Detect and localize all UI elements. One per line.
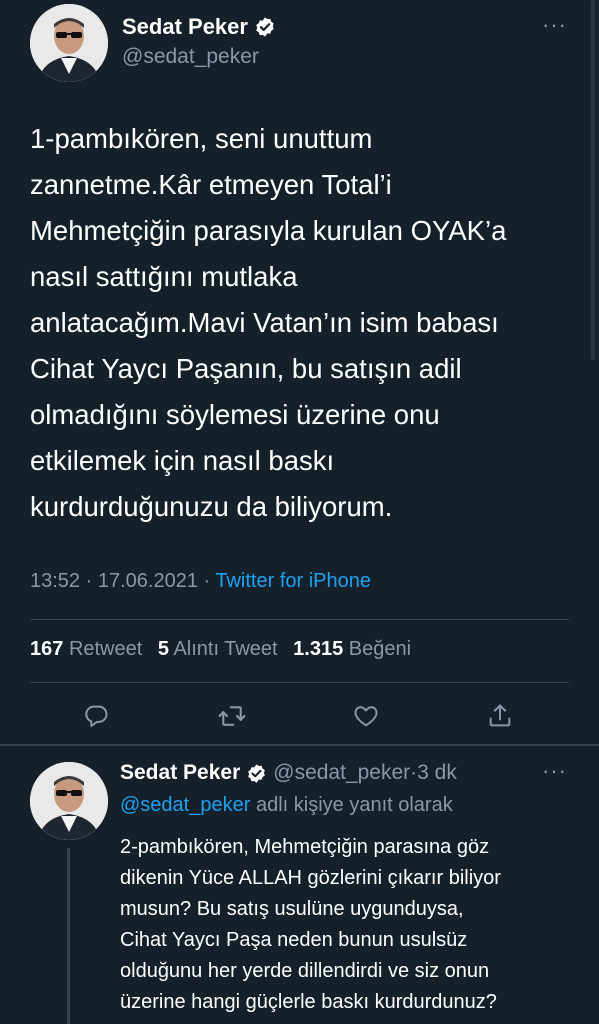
tweet-text: 1-pambıkören, seni unuttum zannetme.Kâr … — [30, 116, 590, 530]
meta-separator: · — [410, 761, 418, 784]
meta-separator: · — [203, 570, 216, 592]
scrollbar[interactable] — [591, 0, 595, 360]
tweet-date[interactable]: 17.06.2021 — [98, 570, 198, 592]
tweet-separator — [0, 744, 599, 746]
meta-separator: · — [85, 570, 98, 592]
more-options-icon[interactable]: ··· — [542, 12, 567, 38]
retweet-icon — [218, 706, 246, 726]
quotes-stat[interactable]: 5 Alıntı Tweet — [158, 638, 278, 660]
divider — [30, 682, 569, 683]
retweets-count: 167 — [30, 638, 64, 660]
verified-badge-icon — [254, 16, 276, 38]
likes-count: 1.315 — [293, 638, 344, 660]
tweet-text-line: kurdurduğunuzu da biliyorum. — [30, 491, 393, 522]
reply-author-name[interactable]: Sedat Peker — [120, 761, 240, 785]
tweet-time[interactable]: 13:52 — [30, 570, 80, 592]
reply-time-ago[interactable]: 3 dk — [417, 761, 457, 785]
tweet-source-link[interactable]: Twitter for iPhone — [215, 570, 371, 592]
tweet-action-bar — [0, 696, 599, 736]
tweet-stats: 167 Retweet 5 Alıntı Tweet 1.315 Beğeni — [30, 638, 421, 661]
replying-to-mention[interactable]: @sedat_peker — [120, 794, 250, 816]
tweet-text-line: Cihat Yaycı Paşanın, bu satışın adil — [30, 353, 462, 384]
replying-to-text: adlı kişiye yanıt olarak — [255, 794, 453, 816]
divider — [30, 619, 569, 620]
share-button[interactable] — [480, 696, 520, 736]
heart-icon — [354, 706, 378, 727]
retweets-stat[interactable]: 167 Retweet — [30, 638, 142, 660]
reply-button[interactable] — [76, 696, 116, 736]
tweet-text-line: Mehmetçiğin parasıyla kurulan OYAK’a — [30, 215, 507, 246]
likes-stat[interactable]: 1.315 Beğeni — [293, 638, 411, 660]
reply-tweet-text: 2-pambıkören, Mehmetçiğin parasına göz d… — [120, 832, 580, 1018]
retweets-label: Retweet — [68, 638, 143, 660]
reply-text-line: 2-pambıkören, Mehmetçiğin parasına göz — [120, 836, 490, 858]
author-name[interactable]: Sedat Peker — [122, 14, 248, 40]
reply-text-line: dikenin Yüce ALLAH gözlerini çıkarır bil… — [120, 867, 501, 889]
quotes-count: 5 — [157, 638, 169, 660]
tweet-text-line: etkilemek için nasıl baskı — [30, 445, 335, 476]
reply-more-options-icon[interactable]: ··· — [542, 758, 567, 784]
tweet-text-line: anlatacağım.Mavi Vatan’ın isim babası — [30, 307, 499, 338]
reply-header: Sedat Peker @sedat_peker · 3 dk — [120, 761, 457, 785]
reply-icon — [85, 705, 108, 727]
retweet-button[interactable] — [212, 696, 252, 736]
tweet-meta: 13:52 · 17.06.2021 · Twitter for iPhone — [30, 570, 371, 593]
likes-label: Beğeni — [348, 638, 412, 660]
share-icon — [489, 704, 511, 727]
tweet-text-line: nasıl sattığını mutlaka — [30, 261, 298, 292]
thread-line — [67, 848, 70, 1024]
verified-badge-icon — [246, 763, 267, 784]
tweet-text-line: zannetme.Kâr etmeyen Total’i — [30, 169, 392, 200]
reply-author-handle[interactable]: @sedat_peker — [273, 761, 410, 785]
like-button[interactable] — [346, 696, 386, 736]
replying-to: @sedat_peker adlı kişiye yanıt olarak — [120, 794, 453, 817]
author-name-row: Sedat Peker — [122, 14, 276, 40]
reply-text-line: olduğunu her yerde dillendirdi ve siz on… — [120, 960, 490, 982]
tweet-text-line: 1-pambıkören, seni unuttum — [30, 123, 373, 154]
author-handle[interactable]: @sedat_peker — [122, 45, 259, 69]
reply-text-line: Cihat Yaycı Paşa neden bunun usulsüz — [120, 929, 468, 951]
reply-text-line: musun? Bu satış usulüne uygunduysa, — [120, 898, 464, 920]
reply-author-avatar[interactable] — [30, 762, 108, 840]
quotes-label: Alıntı Tweet — [173, 638, 278, 660]
reply-text-line: üzerine hangi güçlerle baskı kurdurdunuz… — [120, 991, 497, 1013]
author-avatar[interactable] — [30, 4, 108, 82]
tweet-text-line: olmadığını söylemesi üzerine onu — [30, 399, 440, 430]
